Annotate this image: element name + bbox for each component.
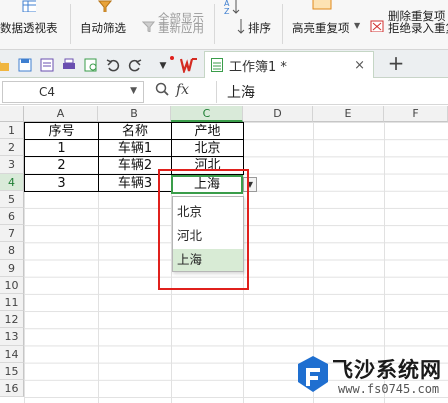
column-header-b[interactable]: B: [98, 106, 171, 122]
row-header-8[interactable]: 8: [0, 242, 24, 260]
row-header-9[interactable]: 9: [0, 259, 24, 277]
row-header-10[interactable]: 10: [0, 276, 24, 294]
tab-workbook1[interactable]: 工作簿1 * ×: [204, 51, 374, 78]
cell-a2[interactable]: 1: [24, 139, 99, 158]
auto-filter-label: 自动筛选: [80, 21, 126, 35]
ribbon-toolbar: 数据透视表 自动筛选 全部显示 重新应用 AZ 排序 高亮重复项 ▼ 删除重复项…: [0, 0, 448, 50]
reapply-label: 重新应用: [158, 21, 204, 35]
row-header-13[interactable]: 13: [0, 328, 24, 346]
highlight-duplicates-icon: [312, 0, 332, 10]
reject-duplicates-label: 拒绝录入重复项: [388, 21, 448, 35]
row-header-3[interactable]: 3: [0, 156, 24, 174]
row-header-11[interactable]: 11: [0, 294, 24, 312]
watermark: 飞沙系统网 www.fs0745.com: [290, 350, 448, 403]
fx-icon[interactable]: fx: [176, 82, 189, 98]
row-header-4[interactable]: 4: [0, 173, 24, 191]
pivot-table-button[interactable]: 数据透视表: [0, 0, 66, 48]
chevron-down-icon: ▼: [354, 21, 361, 30]
pivot-table-label: 数据透视表: [0, 21, 58, 35]
formula-input[interactable]: 上海: [216, 81, 448, 103]
sort-icon: AZ: [224, 0, 240, 14]
reapply-icon: [142, 21, 156, 32]
highlight-annotation-box: [158, 169, 249, 290]
ribbon-divider: [214, 4, 215, 44]
row-header-15[interactable]: 15: [0, 362, 24, 380]
auto-filter-button[interactable]: 自动筛选: [80, 0, 136, 48]
undo-icon[interactable]: [105, 57, 121, 73]
row-header-14[interactable]: 14: [0, 345, 24, 363]
row-header-7[interactable]: 7: [0, 225, 24, 243]
print-preview-icon[interactable]: [39, 57, 55, 73]
wps-logo-icon[interactable]: [180, 56, 198, 74]
cell-b2[interactable]: 车辆1: [98, 139, 172, 158]
cell-b1[interactable]: 名称: [98, 122, 172, 141]
watermark-site-name: 飞沙系统网: [332, 358, 442, 382]
row-header-6[interactable]: 6: [0, 208, 24, 226]
column-header-a[interactable]: A: [24, 106, 98, 122]
ribbon-divider: [70, 4, 71, 44]
cell-a3[interactable]: 2: [24, 156, 99, 175]
highlight-duplicates-button[interactable]: 高亮重复项 ▼: [292, 0, 364, 48]
row-header-12[interactable]: 12: [0, 311, 24, 329]
formula-content: 上海: [227, 85, 255, 101]
cell-a4[interactable]: 3: [24, 173, 99, 192]
select-all-corner[interactable]: [0, 106, 24, 122]
reapply-button[interactable]: 重新应用: [142, 0, 210, 48]
name-box[interactable]: C4 ▼: [2, 81, 144, 103]
zoom-search-icon[interactable]: [155, 82, 169, 100]
row-header-16[interactable]: 16: [0, 380, 24, 398]
reject-duplicates-button[interactable]: 拒绝录入重复项: [370, 0, 448, 48]
svg-text:Z: Z: [224, 7, 230, 14]
reject-duplicates-icon: [370, 20, 384, 32]
column-header-f[interactable]: F: [384, 106, 448, 122]
watermark-logo-icon: [298, 356, 328, 392]
cell-reference: C4: [39, 85, 56, 99]
ribbon-divider: [282, 4, 283, 44]
open-folder-icon[interactable]: [0, 57, 10, 73]
customize-qa-icon[interactable]: ▼: [155, 58, 171, 74]
chevron-down-icon[interactable]: ▼: [130, 86, 137, 96]
spreadsheet-doc-icon: [211, 58, 223, 72]
redo-icon[interactable]: [127, 57, 143, 73]
cell-c2[interactable]: 北京: [171, 139, 244, 158]
preview-icon[interactable]: [83, 57, 99, 73]
save-icon[interactable]: [17, 57, 33, 73]
column-header-c[interactable]: C: [171, 106, 243, 122]
column-header-d[interactable]: D: [243, 106, 313, 122]
highlight-duplicates-label: 高亮重复项: [292, 21, 350, 35]
watermark-url: www.fs0745.com: [338, 382, 440, 396]
sort-icon: [237, 19, 245, 34]
row-header-2[interactable]: 2: [0, 139, 24, 157]
close-icon[interactable]: ×: [354, 58, 365, 73]
cell-a1[interactable]: 序号: [24, 122, 99, 141]
print-icon[interactable]: [61, 57, 77, 73]
tab-title: 工作簿1 *: [229, 59, 287, 75]
filter-icon: [98, 0, 112, 12]
sort-button[interactable]: AZ 排序: [220, 0, 276, 48]
sort-label: 排序: [248, 21, 271, 35]
cell-c1[interactable]: 产地: [171, 122, 244, 141]
notification-dot: [170, 56, 174, 60]
row-header-5[interactable]: 5: [0, 190, 24, 208]
pivot-table-icon: [22, 0, 36, 12]
column-header-e[interactable]: E: [313, 106, 384, 122]
row-header-1[interactable]: 1: [0, 122, 24, 140]
new-tab-button[interactable]: +: [384, 52, 408, 76]
